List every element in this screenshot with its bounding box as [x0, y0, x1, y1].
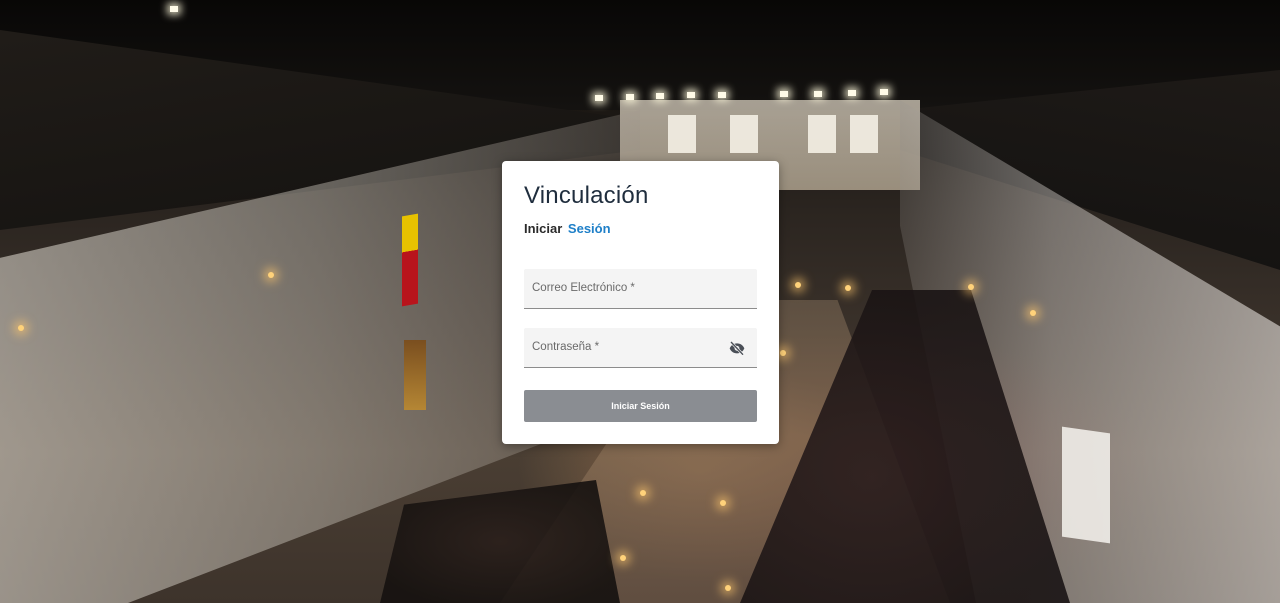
- projection-screen: [1062, 426, 1110, 544]
- app-title: Vinculación: [524, 182, 649, 209]
- ceiling-light: [687, 92, 695, 98]
- login-button[interactable]: Iniciar Sesión: [524, 390, 757, 422]
- eye-off-icon[interactable]: [729, 341, 745, 356]
- ceiling-light: [848, 90, 856, 96]
- floor-candle: [725, 585, 731, 591]
- ceiling-light: [814, 91, 822, 97]
- floor-candle: [620, 555, 626, 561]
- ceiling-light: [780, 91, 788, 97]
- subtitle-iniciar: Iniciar: [524, 221, 563, 236]
- password-input[interactable]: [524, 328, 757, 367]
- floor-candle: [720, 500, 726, 506]
- email-field[interactable]: Correo Electrónico *: [524, 269, 757, 309]
- audience-left: [380, 480, 620, 603]
- login-subtitle: Iniciar Sesión: [524, 221, 757, 237]
- ceiling-light: [626, 94, 634, 100]
- wall-lamp: [968, 284, 974, 290]
- far-window: [850, 115, 878, 153]
- far-window: [730, 115, 758, 153]
- ceiling-light: [595, 95, 603, 101]
- login-card: Vinculación Iniciar Sesión Correo Electr…: [502, 161, 779, 444]
- wall-lamp: [268, 272, 274, 278]
- far-window: [808, 115, 836, 153]
- far-window: [668, 115, 696, 153]
- wall-lamp: [1030, 310, 1036, 316]
- email-input[interactable]: [524, 269, 757, 308]
- ceiling-light: [880, 89, 888, 95]
- eye-off-icon-svg: [729, 341, 745, 356]
- floor-candle: [795, 282, 801, 288]
- floor-candle: [640, 490, 646, 496]
- floor-candle: [845, 285, 851, 291]
- wall-lamp: [18, 325, 24, 331]
- ceiling-light: [656, 93, 664, 99]
- banner: [404, 340, 426, 410]
- ceiling-light: [170, 6, 178, 12]
- ceiling-light: [718, 92, 726, 98]
- subtitle-sesion: Sesión: [567, 221, 611, 236]
- floor-candle: [780, 350, 786, 356]
- password-field[interactable]: Contraseña *: [524, 328, 757, 368]
- flag: [402, 213, 418, 307]
